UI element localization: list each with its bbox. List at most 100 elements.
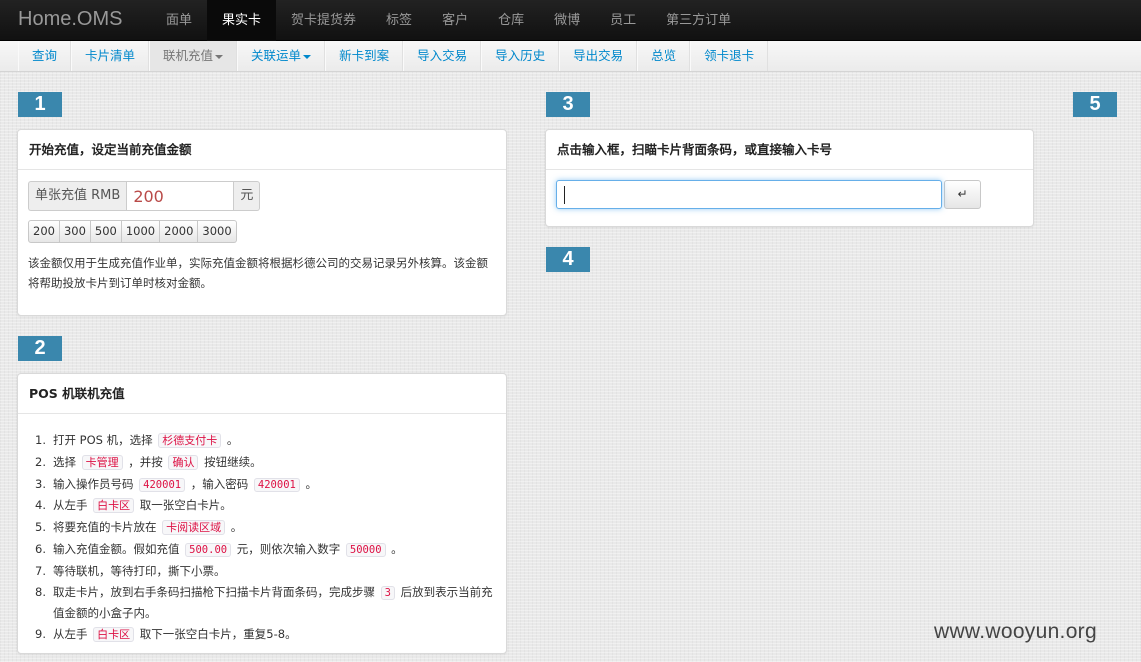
step-text: 输入充值金额。假如充值 500.00 元，则依次输入数字 50000 。 <box>53 539 496 561</box>
step-number: 1. <box>35 433 46 447</box>
preset-amount-button[interactable]: 2000 <box>160 220 199 243</box>
step-code: 确认 <box>168 454 199 470</box>
step-text-segment: ，并按 <box>124 454 167 469</box>
step-item: 6. 输入充值金额。假如充值 500.00 元，则依次输入数字 50000 。 <box>30 539 496 561</box>
steps-list: 1. 打开 POS 机，选择 杉德支付卡 。 2. 选择 卡管理 ，并按 确认 按钮继… <box>28 424 496 646</box>
sub-nav-item[interactable]: 导入交易 <box>403 41 482 71</box>
step-item: 7. 等待联机，等待打印，撕下小票。 <box>30 561 496 582</box>
step-number: 5. <box>35 520 46 535</box>
top-nav-item[interactable]: 标签 <box>371 0 427 41</box>
step-text-segment: 元，则依次输入数字 <box>233 541 344 556</box>
step-item: 4. 从左手 白卡区 取一张空白卡片。 <box>30 495 496 517</box>
step-text: 将要充值的卡片放在 卡阅读区域 。 <box>53 517 496 539</box>
step-number: 6. <box>35 541 46 556</box>
top-navbar: Home.OMS 面单 果实卡 贺卡提货券 标签 客户 仓库 微博 员工 第三方订单 <box>0 0 1141 41</box>
preset-amount-button[interactable]: 3000 <box>198 220 237 243</box>
step-code: 420001 <box>253 477 300 492</box>
sub-nav-item[interactable]: 查询 <box>18 41 72 71</box>
top-nav-item[interactable]: 贺卡提货券 <box>276 0 371 41</box>
step-text-segment: 。 <box>223 433 239 447</box>
step-text-segment: 输入充值金额。假如充值 <box>53 541 184 556</box>
step-number: 2. <box>35 454 46 469</box>
step-text: 从左手 白卡区 取下一张空白卡片，重复5-8。 <box>53 624 496 646</box>
step-text: 等待联机，等待打印，撕下小票。 <box>53 561 496 582</box>
sub-nav-label: 卡片清单 <box>85 48 136 63</box>
step-text-segment: 。 <box>227 520 243 535</box>
step-text: 取走卡片，放到右手条码扫描枪下扫描卡片背面条码，完成步骤 3 后放到表示当前充值… <box>53 582 496 625</box>
step-text: 输入操作员号码 420001 ，输入密码 420001 。 <box>53 474 496 496</box>
sub-nav-label: 关联运单 <box>251 48 302 63</box>
sub-nav-label: 查询 <box>32 48 58 63</box>
step-badge-2: 2 <box>18 336 62 361</box>
sub-nav-item[interactable]: 总览 <box>637 41 691 71</box>
preset-amount-button[interactable]: 500 <box>90 220 122 243</box>
step-number: 7. <box>35 563 46 578</box>
amount-suffix: 元 <box>234 181 261 211</box>
sub-nav-item[interactable]: 领卡退卡 <box>690 41 769 71</box>
step-badge-1: 1 <box>18 92 62 117</box>
top-nav-item[interactable]: 客户 <box>427 0 483 41</box>
card-number-input[interactable] <box>556 180 942 209</box>
top-nav-item[interactable]: 微博 <box>539 0 595 41</box>
top-nav-item[interactable]: 员工 <box>595 0 651 41</box>
panel-title: 点击输入框，扫瞄卡片背面条码，或直接输入卡号 <box>546 130 1033 170</box>
sub-nav-item[interactable]: 新卡到案 <box>325 41 404 71</box>
step-number: 8. <box>35 584 46 599</box>
amount-note: 该金额仅用于生成充值作业单，实际充值金额将根据杉德公司的交易记录另外核算。该金额… <box>28 256 488 290</box>
sub-nav-item[interactable]: 关联运单 <box>237 41 326 71</box>
top-nav-item[interactable]: 第三方订单 <box>651 0 746 41</box>
sub-nav-label: 联机充值 <box>163 48 214 63</box>
step-item: 9. 从左手 白卡区 取下一张空白卡片，重复5-8。 <box>30 624 496 646</box>
brand-logo[interactable]: Home.OMS <box>18 8 122 31</box>
pos-recharge-panel: POS 机联机充值 1. 打开 POS 机，选择 杉德支付卡 。 2. 选择 卡管理 … <box>17 373 507 654</box>
sub-nav-label: 领卡退卡 <box>704 48 755 63</box>
step-text-segment: 取一张空白卡片。 <box>136 498 232 513</box>
step-text-segment: 取下一张空白卡片，重复5-8。 <box>136 627 297 642</box>
step-number: 4. <box>35 498 46 513</box>
amount-input-group: 单张充值 RMB 元 <box>28 181 496 211</box>
preset-amount-button[interactable]: 200 <box>28 220 60 243</box>
submit-card-button[interactable]: ↵ <box>944 180 981 209</box>
preset-amount-buttons: 200 300 500 1000 2000 3000 <box>28 220 496 243</box>
panel-title: 开始充值，设定当前充值金额 <box>18 130 506 170</box>
panel-title: POS 机联机充值 <box>18 374 506 414</box>
step-code: 卡管理 <box>81 454 123 470</box>
step-badge-3: 3 <box>546 92 590 117</box>
preset-amount-button[interactable]: 1000 <box>121 220 161 243</box>
step-item: 2. 选择 卡管理 ，并按 确认 按钮继续。 <box>30 452 496 474</box>
step-text-segment: 输入操作员号码 <box>53 476 138 491</box>
step-code: 卡阅读区域 <box>162 520 226 536</box>
sub-nav-item[interactable]: 导出交易 <box>559 41 638 71</box>
top-nav-item[interactable]: 仓库 <box>483 0 539 41</box>
step-text-segment: 等待联机，等待打印，撕下小票。 <box>53 563 226 578</box>
caret-down-icon <box>215 54 224 59</box>
step-text-segment: 打开 POS 机，选择 <box>53 433 157 447</box>
sub-nav-item[interactable]: 联机充值 <box>149 41 238 71</box>
step-item: 3. 输入操作员号码 420001 ，输入密码 420001 。 <box>30 474 496 496</box>
sub-nav-item[interactable]: 卡片清单 <box>71 41 150 71</box>
amount-input[interactable] <box>126 181 235 211</box>
step-code: 420001 <box>139 477 186 492</box>
step-code: 3 <box>380 585 395 600</box>
step-text-segment: 将要充值的卡片放在 <box>53 520 161 535</box>
step-text-segment: 。 <box>301 476 317 491</box>
step-text-segment: 选择 <box>53 454 80 469</box>
step-text-segment: 按钮继续。 <box>200 454 262 469</box>
sub-nav-label: 导入交易 <box>417 48 468 63</box>
sub-nav-label: 导出交易 <box>573 48 624 63</box>
preset-amount-button[interactable]: 300 <box>59 220 91 243</box>
step-item: 8. 取走卡片，放到右手条码扫描枪下扫描卡片背面条码，完成步骤 3 后放到表示当前… <box>30 582 496 625</box>
sub-nav-item[interactable]: 导入历史 <box>481 41 560 71</box>
step-item: 1. 打开 POS 机，选择 杉德支付卡 。 <box>30 430 496 452</box>
watermark: www.wooyun.org <box>934 620 1097 643</box>
sub-nav-menu: 查询 卡片清单 联机充值 关联运单 新卡到案 导入交易 导入历史 导出交易 总览 领卡退卡 <box>0 41 1141 72</box>
step-number: 3. <box>35 476 46 491</box>
step-text-segment: ，输入密码 <box>187 476 252 491</box>
sub-nav-label: 导入历史 <box>495 48 546 63</box>
step-text-segment: 取走卡片，放到右手条码扫描枪下扫描卡片背面条码，完成步骤 <box>53 584 379 599</box>
top-nav-item[interactable]: 面单 <box>151 0 207 41</box>
step-text-segment: 从左手 <box>53 627 92 642</box>
step-badge-4: 4 <box>546 247 590 272</box>
top-nav-item[interactable]: 果实卡 <box>207 0 277 41</box>
sub-nav-label: 总览 <box>651 48 677 63</box>
